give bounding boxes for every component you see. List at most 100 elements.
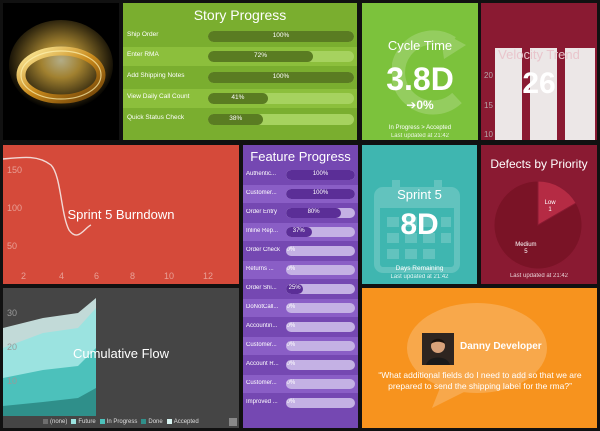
feature-row[interactable]: Authentic... 100% xyxy=(243,166,358,184)
story-label: Add Shipping Notes xyxy=(127,72,185,79)
comment-tile[interactable]: Danny Developer “What additional fields … xyxy=(362,288,597,428)
cycle-time-updated: Last updated at 21:42 xyxy=(390,133,450,139)
story-label: Ship Order xyxy=(127,31,159,38)
cumulative-flow-title: Cumulative Flow xyxy=(72,346,170,361)
person-icon xyxy=(422,333,454,365)
feature-progress-title: Feature Progress xyxy=(250,149,351,164)
feature-label: Customer... xyxy=(246,380,277,386)
cycle-time-tile[interactable]: Cycle Time 3.8D ➔0% In Progress > Accept… xyxy=(362,3,478,140)
legend-label: Accepted xyxy=(173,419,199,426)
feature-label: Returns ... xyxy=(246,266,274,272)
feature-percent: 80% xyxy=(307,209,320,215)
feature-row[interactable]: Order Check 0% xyxy=(243,242,358,260)
legend-swatch xyxy=(99,419,105,424)
feature-row[interactable]: Customer... 100% xyxy=(243,185,358,203)
ring-image-tile[interactable] xyxy=(3,3,119,140)
cycle-time-note: In Progress > Accepted xyxy=(388,125,452,131)
feature-row[interactable]: Improved ... 0% xyxy=(243,394,358,412)
feature-progress-bar: 0% xyxy=(286,341,355,351)
feature-label: Customer... xyxy=(246,342,277,348)
feature-label: Account R... xyxy=(246,361,279,367)
feature-percent: 37% xyxy=(292,228,305,234)
story-progress-bar: 38% xyxy=(208,114,354,125)
feature-progress-bar: 0% xyxy=(286,303,355,313)
cycle-time-delta: ➔0% xyxy=(406,98,434,112)
feature-row[interactable]: Returns ... 0% xyxy=(243,261,358,279)
feature-progress-bar: 100% xyxy=(286,189,355,199)
story-percent: 38% xyxy=(229,115,243,122)
velocity-tick: 15 xyxy=(484,101,493,110)
burndown-y-tick: 150 xyxy=(7,165,22,175)
velocity-trend-value: 26 xyxy=(522,67,556,100)
story-row[interactable]: Enter RMA 72% xyxy=(123,47,357,66)
story-label: Quick Status Check xyxy=(127,114,185,121)
sprint-note: Days Remaining xyxy=(395,265,444,272)
burndown-x-tick: 4 xyxy=(59,271,64,281)
feature-progress-bar: 0% xyxy=(286,398,355,408)
feature-row[interactable]: DoNotCall... 0% xyxy=(243,299,358,317)
story-label: Enter RMA xyxy=(127,51,159,58)
story-row[interactable]: Ship Order 100% xyxy=(123,27,357,46)
legend-item: Done xyxy=(141,419,163,425)
legend-swatch xyxy=(71,419,77,424)
feature-row[interactable]: Inline Rep... 37% xyxy=(243,223,358,241)
cumulative-flow-tile[interactable]: 30 20 10 Cumulative Flow (none) Future In … xyxy=(3,288,239,428)
feature-label: DoNotCall... xyxy=(246,304,279,310)
feature-label: Customer... xyxy=(246,190,277,196)
legend-swatch xyxy=(43,419,48,424)
burndown-y-tick: 50 xyxy=(7,241,17,251)
feature-label: Order Shi... xyxy=(246,285,277,291)
expand-icon xyxy=(229,418,237,426)
defects-tile[interactable]: Low 1 Medium 5 Defects by Priority Last upd… xyxy=(481,145,597,284)
cycle-time-value: 3.8D xyxy=(386,61,454,97)
feature-percent: 0% xyxy=(286,380,296,386)
legend-label: Future xyxy=(78,419,96,426)
pie-label: Medium xyxy=(515,242,536,248)
story-progress-bar: 100% xyxy=(208,72,354,83)
story-row[interactable]: Add Shipping Notes 100% xyxy=(123,68,357,87)
legend-swatch xyxy=(141,419,147,424)
story-row[interactable]: View Daily Call Count 41% xyxy=(123,89,357,108)
legend-swatch xyxy=(166,419,172,424)
feature-progress-tile[interactable]: Feature Progress Authentic... 100% Custome… xyxy=(243,145,358,428)
pie-label: Low xyxy=(545,200,557,206)
burndown-title: Sprint 5 Burndown xyxy=(67,207,175,222)
defects-updated: Last updated at 21:42 xyxy=(509,273,569,279)
story-percent: 41% xyxy=(231,94,245,101)
sprint-updated: Last updated at 21:42 xyxy=(390,274,449,280)
burndown-tile[interactable]: 150 100 50 2 4 6 8 10 12 Sprint 5 Burndo… xyxy=(3,145,239,284)
burndown-x-tick: 12 xyxy=(203,271,213,281)
story-progress-bar: 72% xyxy=(208,51,354,62)
sprint-tile[interactable]: Sprint 5 8D Days Remaining Last updated … xyxy=(362,145,477,284)
story-progress-tile[interactable]: Story Progress Ship Order 100% Enter RMA 72… xyxy=(123,3,357,140)
velocity-trend-tile[interactable]: 20 15 10 Velocity Trend 26 xyxy=(481,3,597,140)
defects-title: Defects by Priority xyxy=(490,157,588,171)
legend-item: (none) xyxy=(43,419,67,425)
feature-row[interactable]: Accountin... 0% xyxy=(243,318,358,336)
feature-percent: 0% xyxy=(286,247,296,253)
cumflow-y-tick: 10 xyxy=(7,376,17,386)
feature-row[interactable]: Customer... 0% xyxy=(243,337,358,355)
feature-progress-bar: 0% xyxy=(286,379,355,389)
feature-progress-bar: 0% xyxy=(286,265,355,275)
burndown-x-tick: 8 xyxy=(130,271,135,281)
legend-label: (none) xyxy=(50,419,68,426)
sprint-title: Sprint 5 xyxy=(397,187,442,202)
feature-progress-bar: 100% xyxy=(286,170,355,180)
feature-row[interactable]: Customer... 0% xyxy=(243,375,358,393)
story-percent: 100% xyxy=(272,32,290,39)
story-row[interactable]: Quick Status Check 38% xyxy=(123,110,357,129)
feature-row[interactable]: Order Entry 80% xyxy=(243,204,358,222)
feature-row[interactable]: Order Shi... 25% xyxy=(243,280,358,298)
feature-label: Accountin... xyxy=(246,323,278,329)
feature-progress-bar: 80% xyxy=(286,208,355,218)
feature-percent: 100% xyxy=(312,171,329,177)
legend-item: Future xyxy=(71,419,96,426)
feature-row[interactable]: Account R... 0% xyxy=(243,356,358,374)
avatar[interactable] xyxy=(422,333,454,365)
feature-progress-bar: 0% xyxy=(286,246,355,256)
feature-label: Inline Rep... xyxy=(246,228,279,234)
feature-progress-bar: 0% xyxy=(286,322,355,332)
comment-author: Danny Developer xyxy=(460,341,542,352)
burndown-x-tick: 2 xyxy=(21,271,26,281)
